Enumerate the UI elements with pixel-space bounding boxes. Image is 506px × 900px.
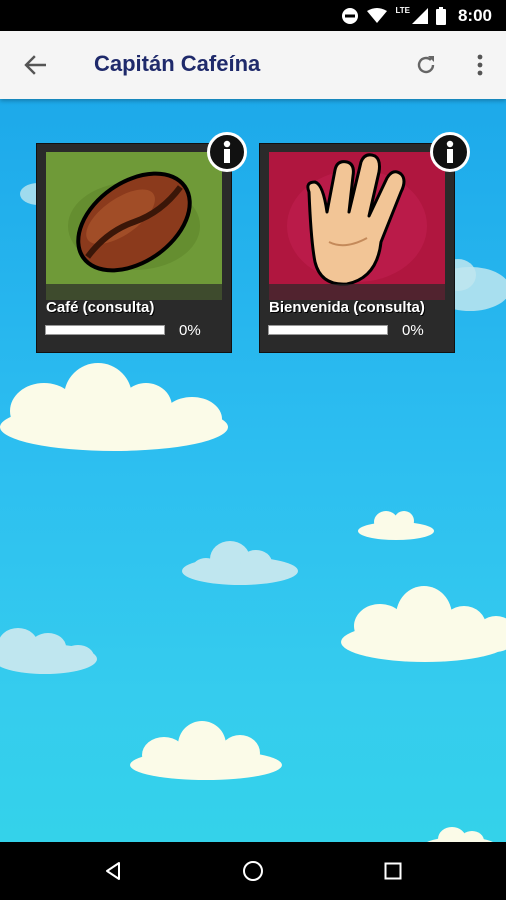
nav-home-icon bbox=[243, 861, 263, 881]
coffee-bean-image bbox=[46, 152, 222, 300]
cloud-image bbox=[182, 541, 298, 585]
status-bar: LTE 8:00 bbox=[0, 0, 506, 31]
cloud-image bbox=[130, 721, 282, 780]
navigation-bar bbox=[0, 842, 506, 900]
cloud-image bbox=[0, 628, 97, 674]
progress-bar bbox=[45, 325, 165, 335]
module-card-bienvenida[interactable]: Bienvenida (consulta) 0% bbox=[259, 132, 470, 353]
signal-icon bbox=[411, 7, 428, 24]
nav-recents-button[interactable] bbox=[378, 856, 408, 886]
card-image bbox=[46, 152, 222, 300]
info-icon bbox=[446, 140, 454, 163]
status-time: 8:00 bbox=[457, 5, 492, 25]
sky-background: Café (consulta) 0% Bienvenida (consulta)… bbox=[0, 99, 506, 842]
waving-hand-image bbox=[269, 152, 445, 300]
nav-back-button[interactable] bbox=[98, 856, 128, 886]
wifi-icon bbox=[367, 7, 388, 23]
more-vert-icon bbox=[477, 54, 483, 76]
do-not-disturb-icon bbox=[342, 7, 359, 24]
nav-home-button[interactable] bbox=[238, 856, 268, 886]
page-title: Capitán Cafeína bbox=[94, 51, 261, 76]
card-label: Café (consulta) bbox=[46, 299, 155, 316]
back-arrow-icon bbox=[24, 55, 46, 75]
progress-bar bbox=[268, 325, 388, 335]
cloud-image bbox=[358, 511, 434, 540]
progress-text: 0% bbox=[402, 322, 424, 339]
progress-text: 0% bbox=[179, 322, 201, 339]
cloud-image bbox=[341, 586, 506, 662]
info-button[interactable] bbox=[430, 132, 470, 172]
card-image bbox=[269, 152, 445, 300]
nav-back-icon bbox=[106, 862, 120, 880]
status-icons: LTE 8:00 bbox=[341, 0, 492, 31]
info-button[interactable] bbox=[207, 132, 247, 172]
cloud-image bbox=[0, 363, 228, 451]
card-label: Bienvenida (consulta) bbox=[269, 299, 425, 316]
refresh-button[interactable] bbox=[410, 49, 442, 81]
app-bar: Capitán Cafeína bbox=[0, 31, 506, 99]
refresh-icon bbox=[417, 56, 435, 74]
cloud-image bbox=[427, 827, 493, 842]
back-button[interactable] bbox=[18, 51, 52, 79]
module-card-cafe[interactable]: Café (consulta) 0% bbox=[36, 132, 247, 353]
nav-recents-icon bbox=[384, 862, 402, 880]
more-options-button[interactable] bbox=[466, 49, 494, 81]
network-label: LTE bbox=[395, 6, 410, 15]
info-icon bbox=[223, 140, 231, 163]
battery-icon bbox=[435, 6, 446, 25]
